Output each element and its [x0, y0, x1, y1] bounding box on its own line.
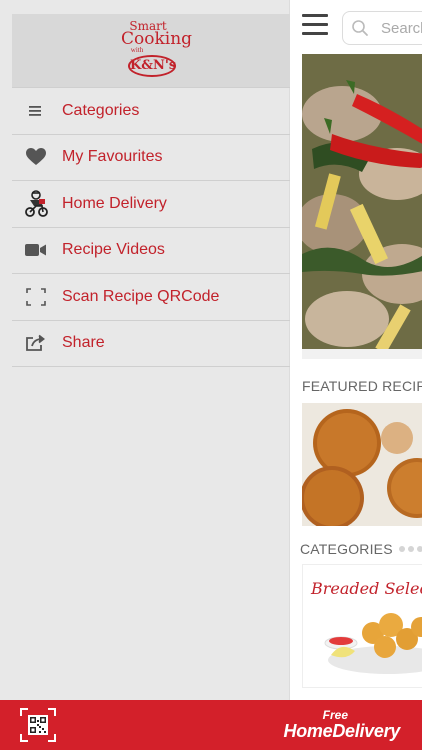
- search-box[interactable]: Search: [342, 11, 422, 45]
- categories-heading-row: CATEGORIES: [300, 541, 422, 557]
- drawer-header: Smart Cooking with K&N's: [12, 14, 290, 88]
- qr-code-icon: [20, 708, 56, 742]
- hamburger-menu-icon[interactable]: [302, 14, 328, 38]
- qr-scanner-button[interactable]: [20, 708, 56, 742]
- bottom-bar: Free HomeDelivery: [0, 700, 422, 750]
- featured-recipe-image[interactable]: [302, 403, 422, 526]
- menu-item-label: Scan Recipe QRCode: [62, 287, 220, 305]
- search-placeholder: Search: [381, 19, 422, 37]
- home-delivery-label: HomeDelivery: [283, 721, 401, 741]
- logo-line-cooking: Cooking: [121, 29, 193, 49]
- menu-item-scan-recipe-qrcode[interactable]: Scan Recipe QRCode: [12, 274, 290, 321]
- categories-heading: CATEGORIES: [300, 541, 393, 557]
- menu-item-my-favourites[interactable]: My Favourites: [12, 135, 290, 181]
- heart-icon: [24, 145, 48, 169]
- scan-frame-icon: [24, 285, 48, 309]
- free-home-delivery-button[interactable]: Free HomeDelivery: [283, 708, 401, 741]
- video-camera-icon: [24, 238, 48, 262]
- menu-item-share[interactable]: Share: [12, 321, 290, 367]
- search-icon: [352, 20, 368, 36]
- free-label: Free: [322, 708, 348, 722]
- main-content: Search FEATURED RECIPES: [290, 0, 422, 700]
- featured-recipes-heading: FEATURED RECIPES: [302, 378, 422, 394]
- menu-item-label: Categories: [62, 101, 140, 119]
- hero-recipe-image[interactable]: [302, 54, 422, 359]
- delivery-rider-icon: [24, 189, 48, 217]
- menu-item-label: My Favourites: [62, 148, 163, 166]
- category-card[interactable]: Breaded Selection: [302, 564, 422, 688]
- menu-item-home-delivery[interactable]: Home Delivery: [12, 181, 290, 228]
- menu-item-label: Recipe Videos: [62, 241, 165, 259]
- share-icon: [24, 331, 48, 355]
- smart-cooking-kn-logo: Smart Cooking with K&N's: [117, 20, 193, 84]
- drawer-menu: Categories My Favourites Home Delivery R…: [12, 88, 290, 367]
- logo-brand-oval: K&N's: [128, 55, 176, 77]
- navigation-drawer: Smart Cooking with K&N's Categories My F…: [0, 0, 290, 700]
- menu-item-label: Share: [62, 334, 105, 352]
- menu-item-recipe-videos[interactable]: Recipe Videos: [12, 228, 290, 274]
- list-icon: [24, 99, 48, 123]
- pager-dots: [398, 546, 422, 552]
- menu-item-label: Home Delivery: [62, 194, 167, 212]
- menu-item-categories[interactable]: Categories: [12, 88, 290, 135]
